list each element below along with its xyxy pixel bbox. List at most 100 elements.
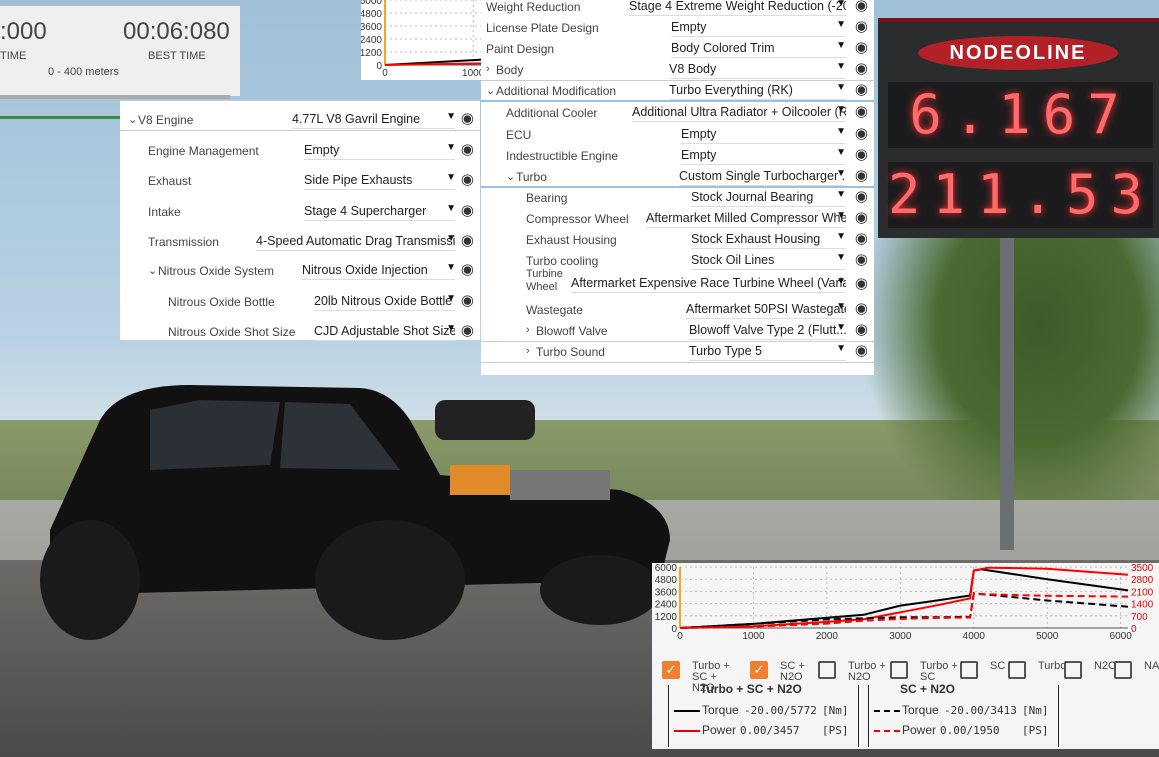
eye-icon[interactable]: ◉ — [855, 145, 868, 163]
series-toggle-checkbox[interactable]: ✓ — [662, 661, 680, 679]
dropdown-arrow-icon[interactable]: ▼ — [836, 104, 846, 115]
dropdown-arrow-icon[interactable]: ▼ — [446, 172, 456, 183]
legend-power-value: 0.00/1950 — [940, 724, 1000, 737]
dropdown-arrow-icon[interactable]: ▼ — [446, 203, 456, 214]
eye-icon[interactable]: ◉ — [461, 231, 474, 249]
dropdown-arrow-icon[interactable]: ▼ — [836, 189, 846, 200]
dropdown-arrow-icon[interactable]: ▼ — [836, 40, 846, 51]
series-toggle-checkbox[interactable] — [1064, 661, 1082, 679]
part-row: License Plate Design Empty ▼ ◉ — [481, 17, 874, 39]
x-tick-label: 0 — [677, 631, 683, 642]
dropdown-arrow-icon[interactable]: ▼ — [836, 0, 846, 9]
eye-icon[interactable]: ◉ — [461, 140, 474, 158]
collapse-chevron-icon[interactable]: ⌄ — [506, 170, 515, 183]
series-toggle-checkbox[interactable] — [960, 661, 978, 679]
eye-icon[interactable]: ◉ — [461, 201, 474, 219]
expand-chevron-icon[interactable]: › — [486, 63, 490, 75]
eye-icon[interactable]: ◉ — [855, 187, 868, 205]
eye-icon[interactable]: ◉ — [855, 229, 868, 247]
eye-icon[interactable]: ◉ — [855, 341, 868, 359]
series-toggle-checkbox[interactable] — [1008, 661, 1026, 679]
part-label: Transmission — [148, 235, 219, 249]
part-select[interactable]: V8 Body — [669, 62, 846, 79]
dropdown-arrow-icon[interactable]: ▼ — [836, 168, 846, 179]
part-row: › Body V8 Body ▼ ◉ — [481, 59, 874, 81]
dropdown-arrow-icon[interactable]: ▼ — [836, 82, 846, 93]
eye-icon[interactable]: ◉ — [855, 59, 868, 77]
eye-icon[interactable]: ◉ — [855, 299, 868, 317]
part-label: Body — [496, 63, 524, 77]
dropdown-arrow-icon[interactable]: ▼ — [836, 276, 846, 287]
dropdown-arrow-icon[interactable]: ▼ — [836, 19, 846, 30]
series-toggle-checkbox[interactable] — [1114, 661, 1132, 679]
eye-icon[interactable]: ◉ — [461, 170, 474, 188]
part-select[interactable]: Empty — [671, 20, 846, 37]
part-select[interactable]: Stage 4 Supercharger — [304, 204, 455, 221]
dropdown-arrow-icon[interactable]: ▼ — [446, 323, 456, 334]
part-select[interactable]: Empty — [304, 143, 455, 160]
dropdown-arrow-icon[interactable]: ▼ — [836, 210, 846, 221]
eye-icon[interactable]: ◉ — [855, 124, 868, 142]
dropdown-arrow-icon[interactable]: ▼ — [446, 111, 456, 122]
series-toggle-checkbox[interactable]: ✓ — [750, 661, 768, 679]
part-select[interactable]: Empty — [681, 127, 846, 144]
eye-icon[interactable]: ◉ — [461, 109, 474, 127]
dropdown-arrow-icon[interactable]: ▼ — [836, 343, 846, 354]
part-select[interactable]: Custom Single Turbocharger ... — [679, 169, 846, 186]
eye-icon[interactable]: ◉ — [855, 80, 868, 98]
eye-icon[interactable]: ◉ — [855, 250, 868, 268]
part-select[interactable]: Nitrous Oxide Injection — [302, 263, 455, 280]
part-select[interactable]: Aftermarket 50PSI Wastegate — [686, 302, 846, 319]
part-select[interactable]: 20lb Nitrous Oxide Bottle — [314, 294, 455, 311]
dropdown-arrow-icon[interactable]: ▼ — [836, 252, 846, 263]
part-select[interactable]: Blowoff Valve Type 2 (Flutt... — [689, 323, 846, 340]
series-toggle-checkbox[interactable] — [890, 661, 908, 679]
series-toggle-checkbox[interactable] — [818, 661, 836, 679]
part-select[interactable]: 4-Speed Automatic Drag Transmission — [256, 234, 455, 251]
eye-icon[interactable]: ◉ — [855, 17, 868, 35]
collapse-chevron-icon[interactable]: ⌄ — [486, 84, 495, 97]
collapse-chevron-icon[interactable]: ⌄ — [128, 113, 137, 126]
part-select[interactable]: Stock Journal Bearing — [691, 190, 846, 207]
dropdown-arrow-icon[interactable]: ▼ — [446, 262, 456, 273]
eye-icon[interactable]: ◉ — [855, 274, 868, 292]
collapse-chevron-icon[interactable]: ⌄ — [148, 264, 157, 277]
part-label: Turbo — [516, 170, 547, 184]
dropdown-arrow-icon[interactable]: ▼ — [446, 293, 456, 304]
eye-icon[interactable]: ◉ — [855, 166, 868, 184]
part-select[interactable]: Stock Exhaust Housing — [691, 232, 846, 249]
dropdown-arrow-icon[interactable]: ▼ — [836, 231, 846, 242]
part-select[interactable]: 4.77L V8 Gavril Engine — [292, 112, 455, 129]
eye-icon[interactable]: ◉ — [855, 38, 868, 56]
eye-icon[interactable]: ◉ — [461, 321, 474, 339]
part-label: License Plate Design — [486, 21, 599, 35]
part-select[interactable]: Body Colored Trim — [671, 41, 846, 58]
eye-icon[interactable]: ◉ — [855, 0, 868, 14]
dropdown-arrow-icon[interactable]: ▼ — [446, 142, 456, 153]
part-select[interactable]: Additional Ultra Radiator + Oilcooler (R… — [632, 105, 846, 122]
expand-chevron-icon[interactable]: › — [526, 345, 530, 357]
eye-icon[interactable]: ◉ — [855, 102, 868, 120]
part-select[interactable]: CJD Adjustable Shot Size — [314, 324, 455, 341]
part-select[interactable]: Empty — [681, 148, 846, 165]
dropdown-arrow-icon[interactable]: ▼ — [836, 61, 846, 72]
expand-chevron-icon[interactable]: › — [526, 324, 530, 336]
legend-torque-label: Torque — [902, 703, 939, 717]
dropdown-arrow-icon[interactable]: ▼ — [836, 147, 846, 158]
part-select[interactable]: Turbo Type 5 — [689, 344, 846, 361]
eye-icon[interactable]: ◉ — [461, 260, 474, 278]
part-select[interactable]: Aftermarket Milled Compressor Wheel — [646, 211, 846, 228]
part-select[interactable]: Stage 4 Extreme Weight Reduction (-20%) — [629, 0, 846, 16]
power-chart-panel: 0 1000 2000 3000 4000 5000 6000 0 1200 2400 3600 48… — [652, 563, 1159, 749]
eye-icon[interactable]: ◉ — [855, 208, 868, 226]
part-select[interactable]: Turbo Everything (RK) — [669, 83, 846, 100]
dropdown-arrow-icon[interactable]: ▼ — [446, 233, 456, 244]
dropdown-arrow-icon[interactable]: ▼ — [836, 126, 846, 137]
eye-icon[interactable]: ◉ — [855, 320, 868, 338]
part-select[interactable]: Aftermarket Expensive Race Turbine Wheel… — [571, 276, 846, 293]
dropdown-arrow-icon[interactable]: ▼ — [836, 322, 846, 333]
part-select[interactable]: Side Pipe Exhausts — [304, 173, 455, 190]
dropdown-arrow-icon[interactable]: ▼ — [836, 301, 846, 312]
eye-icon[interactable]: ◉ — [461, 291, 474, 309]
current-time-label: TIME — [0, 50, 27, 62]
